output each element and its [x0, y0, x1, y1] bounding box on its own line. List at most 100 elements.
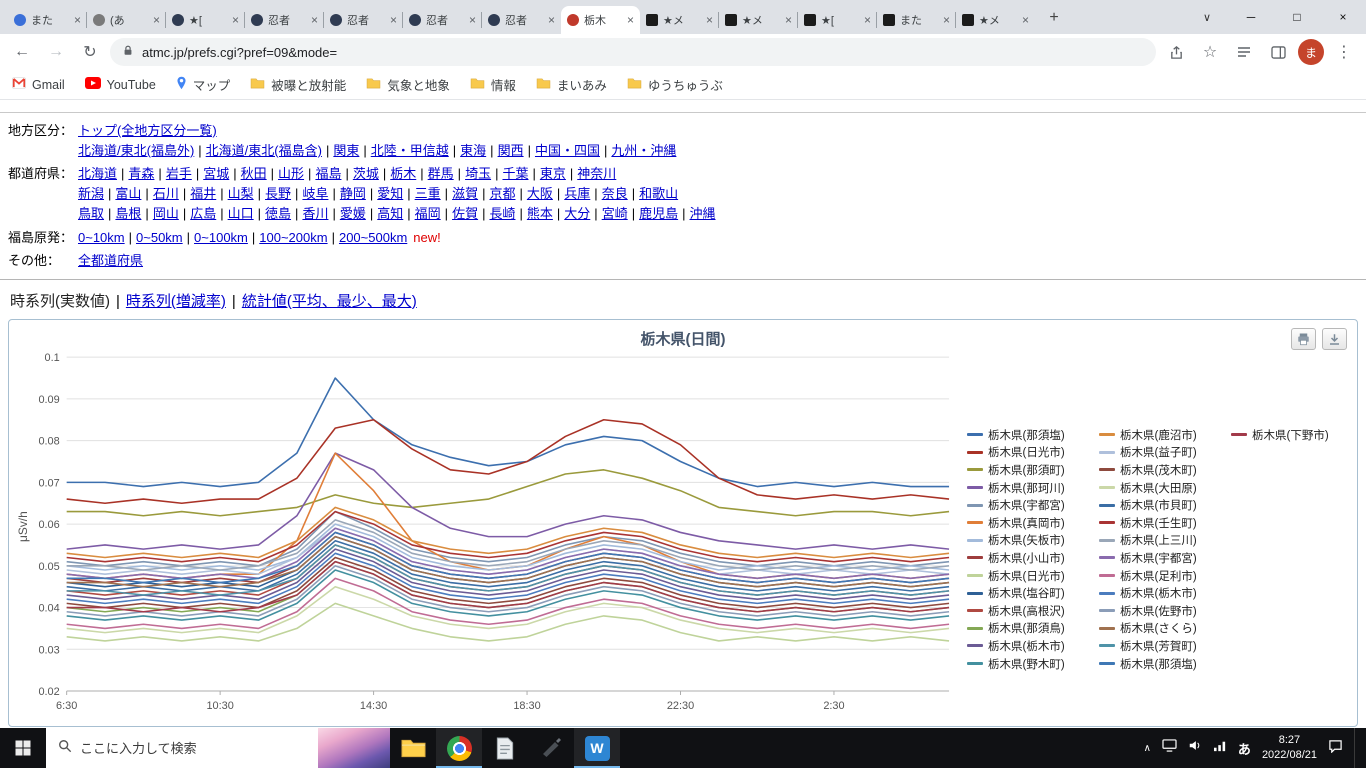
- show-desktop-button[interactable]: [1354, 728, 1358, 768]
- nav-link[interactable]: 鹿児島: [639, 206, 678, 221]
- nav-link[interactable]: 北海道: [78, 166, 117, 181]
- legend-item[interactable]: 栃木県(芳賀町): [1099, 637, 1219, 655]
- volume-icon[interactable]: [1188, 739, 1202, 757]
- nav-link[interactable]: 静岡: [340, 186, 366, 201]
- browser-tab[interactable]: ★メ ×: [640, 6, 719, 34]
- nav-link[interactable]: 沖縄: [690, 206, 716, 221]
- legend-item[interactable]: 栃木県(足利市): [1099, 567, 1219, 585]
- browser-tab[interactable]: ★メ ×: [955, 6, 1035, 34]
- browser-tab[interactable]: ★[×: [165, 6, 245, 34]
- nav-link[interactable]: 長野: [265, 186, 291, 201]
- nav-link[interactable]: 0~50km: [136, 230, 183, 245]
- legend-item[interactable]: 栃木県(那須塩): [1099, 655, 1219, 673]
- nav-link[interactable]: 新潟: [78, 186, 104, 201]
- bookmark-item[interactable]: Gmail: [12, 77, 65, 92]
- nav-link[interactable]: 高知: [377, 206, 403, 221]
- legend-item[interactable]: 栃木県(宇都宮): [1099, 549, 1219, 567]
- nav-link[interactable]: 滋賀: [452, 186, 478, 201]
- nav-link[interactable]: 群馬: [428, 166, 454, 181]
- legend-item[interactable]: 栃木県(大田原): [1099, 479, 1219, 497]
- bookmark-item[interactable]: 気象と地象: [366, 75, 450, 94]
- nav-link[interactable]: 秋田: [241, 166, 267, 181]
- tab-close-icon[interactable]: ×: [943, 13, 950, 27]
- nav-link[interactable]: 千葉: [502, 166, 528, 181]
- legend-item[interactable]: 栃木県(那須鳥): [967, 620, 1087, 638]
- nav-link[interactable]: 山形: [278, 166, 304, 181]
- nav-link[interactable]: 100~200km: [259, 230, 327, 245]
- tab-close-icon[interactable]: ×: [627, 13, 634, 27]
- nav-link[interactable]: 山梨: [228, 186, 254, 201]
- nav-link[interactable]: 宮城: [203, 166, 229, 181]
- nav-link[interactable]: 九州・沖縄: [611, 143, 676, 158]
- tab-close-icon[interactable]: ×: [548, 13, 555, 27]
- browser-tab[interactable]: また ×: [8, 6, 87, 34]
- nav-link[interactable]: 岡山: [153, 206, 179, 221]
- nav-link[interactable]: 宮崎: [602, 206, 628, 221]
- nav-link[interactable]: 富山: [115, 186, 141, 201]
- bookmark-item[interactable]: 情報: [470, 75, 516, 94]
- bookmark-item[interactable]: マップ: [176, 75, 230, 94]
- nav-link[interactable]: 全都道府県: [78, 253, 143, 268]
- legend-item[interactable]: 栃木県(鹿沼市): [1099, 426, 1219, 444]
- nav-link[interactable]: 京都: [489, 186, 515, 201]
- nav-link[interactable]: 埼玉: [465, 166, 491, 181]
- nav-link[interactable]: 熊本: [527, 206, 553, 221]
- legend-item[interactable]: 栃木県(日光市): [967, 567, 1087, 585]
- legend-item[interactable]: 栃木県(上三川): [1099, 532, 1219, 550]
- taskbar-clock[interactable]: 8:27 2022/08/21: [1262, 733, 1317, 763]
- nav-link[interactable]: 香川: [302, 206, 328, 221]
- legend-item[interactable]: 栃木県(栃木市): [967, 637, 1087, 655]
- nav-link[interactable]: 東海: [460, 143, 486, 158]
- view-tab-link[interactable]: 統計値(平均、最少、最大): [242, 293, 417, 310]
- legend-item[interactable]: 栃木県(那須町): [967, 461, 1087, 479]
- legend-item[interactable]: 栃木県(日光市): [967, 444, 1087, 462]
- tab-close-icon[interactable]: ×: [74, 13, 81, 27]
- nav-link[interactable]: 福井: [190, 186, 216, 201]
- tab-close-icon[interactable]: ×: [706, 13, 713, 27]
- bookmark-item[interactable]: YouTube: [84, 77, 156, 92]
- nav-link[interactable]: 山口: [228, 206, 254, 221]
- nav-link[interactable]: トップ(全地方区分一覧): [78, 123, 217, 138]
- search-highlight-image[interactable]: [318, 728, 390, 768]
- network-icon[interactable]: [1213, 739, 1227, 757]
- tab-search-button[interactable]: ∨: [1186, 11, 1228, 24]
- legend-item[interactable]: 栃木県(下野市): [1231, 426, 1351, 444]
- browser-tab[interactable]: ★[×: [797, 6, 877, 34]
- tab-close-icon[interactable]: ×: [469, 13, 476, 27]
- legend-item[interactable]: 栃木県(市貝町): [1099, 496, 1219, 514]
- nav-link[interactable]: 兵庫: [564, 186, 590, 201]
- legend-item[interactable]: 栃木県(矢板市): [967, 532, 1087, 550]
- nav-link[interactable]: 大分: [564, 206, 590, 221]
- taskbar-pen-icon[interactable]: [528, 728, 574, 768]
- nav-link[interactable]: 関西: [498, 143, 524, 158]
- view-tab-link[interactable]: 時系列(増減率): [126, 293, 226, 310]
- tab-close-icon[interactable]: ×: [864, 13, 871, 27]
- legend-item[interactable]: 栃木県(佐野市): [1099, 602, 1219, 620]
- browser-tab[interactable]: 忍者 ×: [323, 6, 403, 34]
- tray-chevron-icon[interactable]: ∧: [1144, 743, 1151, 754]
- taskbar-chrome-icon[interactable]: [436, 728, 482, 768]
- minimize-button[interactable]: ─: [1228, 0, 1274, 34]
- browser-tab[interactable]: ★メ ×: [718, 6, 798, 34]
- nav-link[interactable]: 大阪: [527, 186, 553, 201]
- legend-item[interactable]: 栃木県(宇都宮): [967, 496, 1087, 514]
- tab-close-icon[interactable]: ×: [390, 13, 397, 27]
- nav-link[interactable]: 北海道/東北(福島外): [78, 143, 194, 158]
- nav-link[interactable]: 長崎: [489, 206, 515, 221]
- nav-link[interactable]: 岩手: [166, 166, 192, 181]
- legend-item[interactable]: 栃木県(壬生町): [1099, 514, 1219, 532]
- taskbar-word-icon[interactable]: W: [574, 728, 620, 768]
- reload-button[interactable]: ↻: [76, 38, 104, 66]
- nav-link[interactable]: 関東: [333, 143, 359, 158]
- nav-link[interactable]: 北陸・甲信越: [371, 143, 449, 158]
- browser-tab[interactable]: (あ ×: [86, 6, 166, 34]
- back-button[interactable]: ←: [8, 38, 36, 66]
- monitor-icon[interactable]: [1162, 739, 1177, 757]
- nav-link[interactable]: 0~100km: [194, 230, 248, 245]
- nav-link[interactable]: 石川: [153, 186, 179, 201]
- nav-link[interactable]: 栃木: [390, 166, 416, 181]
- taskbar-notepad-icon[interactable]: [482, 728, 528, 768]
- legend-item[interactable]: 栃木県(那須塩): [967, 426, 1087, 444]
- nav-link[interactable]: 奈良: [602, 186, 628, 201]
- nav-link[interactable]: 茨城: [353, 166, 379, 181]
